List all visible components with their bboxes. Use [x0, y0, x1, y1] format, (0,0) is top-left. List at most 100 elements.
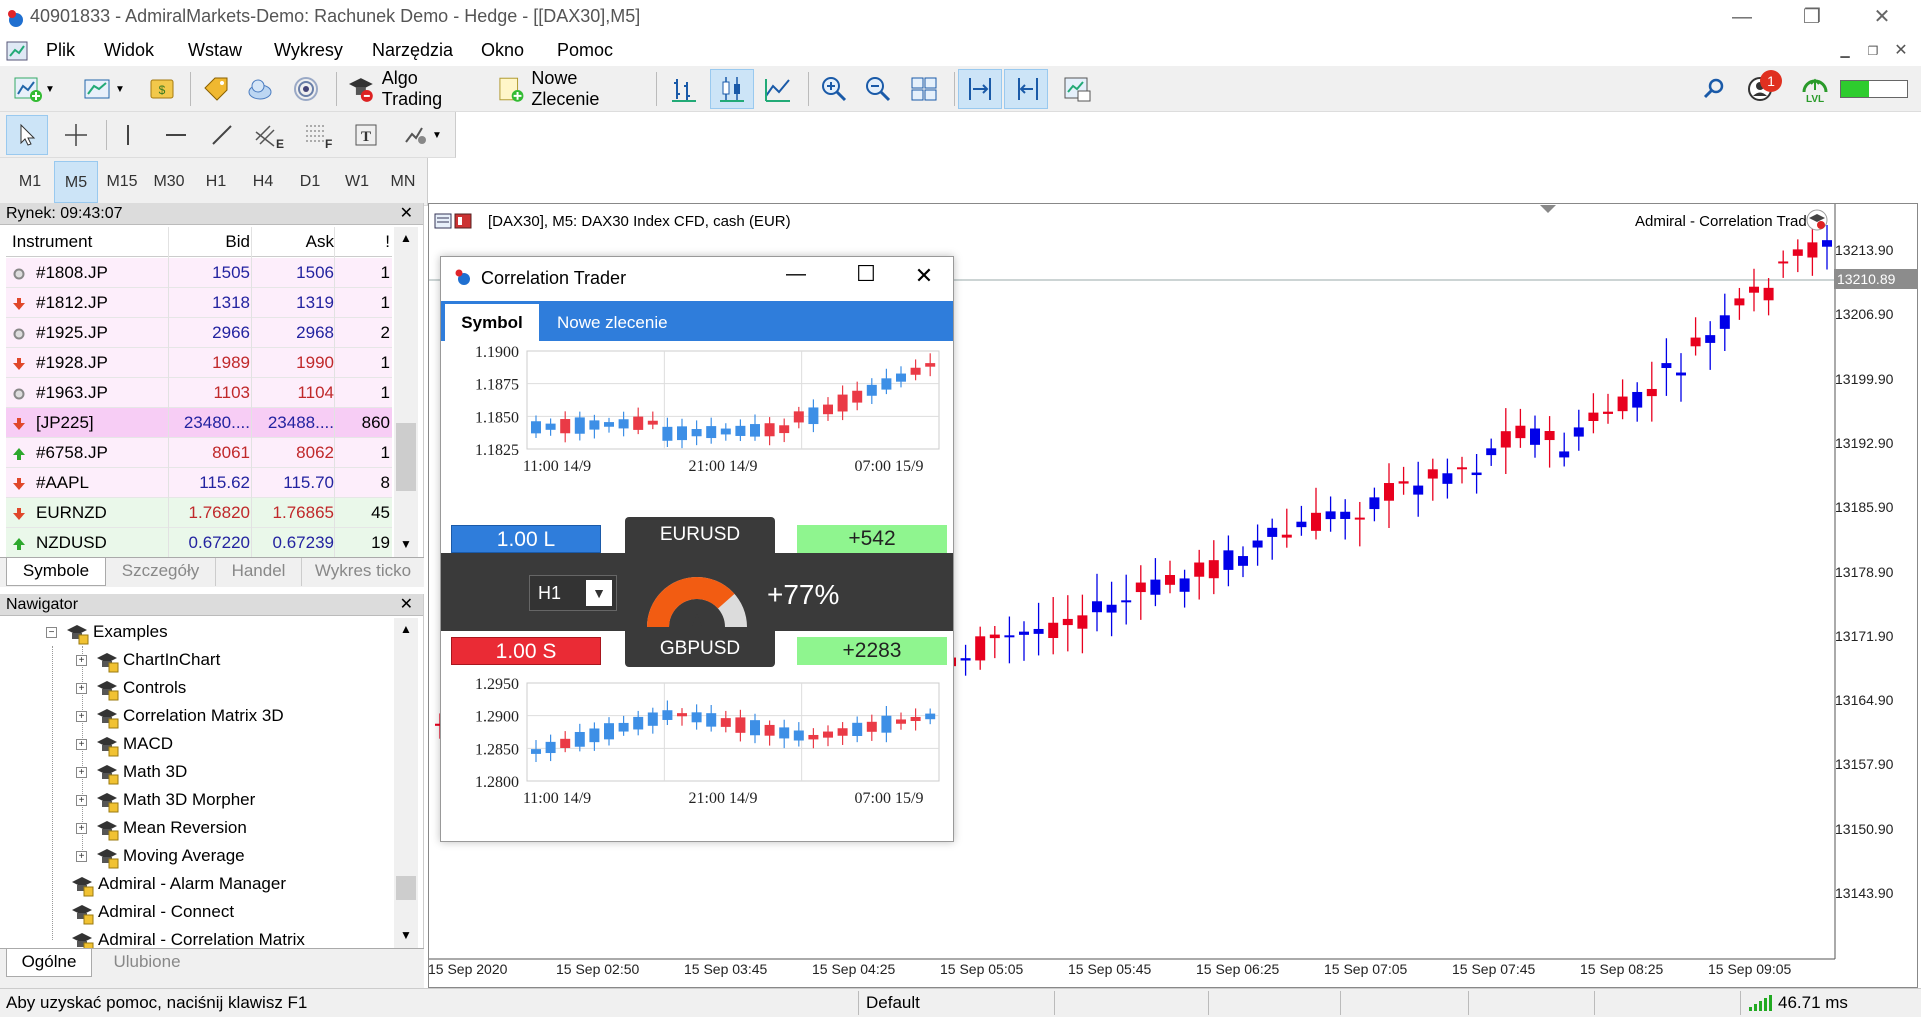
- timeframe-mn[interactable]: MN: [381, 161, 425, 203]
- timeframe-m15[interactable]: M15: [100, 161, 144, 203]
- candlestick-button[interactable]: [710, 69, 754, 109]
- mdi-close-button[interactable]: ✕: [1890, 40, 1912, 62]
- crosshair-tool[interactable]: [56, 115, 96, 155]
- templates-button[interactable]: [1056, 69, 1098, 109]
- timeframe-h4[interactable]: H4: [241, 161, 285, 203]
- ct-tab-new-order[interactable]: Nowe zlecenie: [557, 304, 668, 341]
- status-profile[interactable]: Default: [866, 993, 920, 1013]
- ct-close-button[interactable]: ✕: [899, 263, 949, 289]
- ct-maximize-button[interactable]: ☐: [841, 261, 891, 287]
- scroll-up-icon[interactable]: ▲: [400, 231, 412, 245]
- mdi-minimize-button[interactable]: ▁: [1834, 40, 1856, 62]
- header-spread[interactable]: !: [340, 232, 390, 252]
- nav-examples-folder[interactable]: − Examples: [46, 618, 168, 646]
- expand-icon[interactable]: +: [76, 655, 87, 667]
- tab-tick-chart[interactable]: Wykres ticko: [302, 558, 424, 586]
- ct-tab-symbol[interactable]: Symbol: [445, 304, 539, 341]
- search-icon[interactable]: [1702, 76, 1728, 102]
- ct-timeframe-select[interactable]: H1 ▼: [529, 575, 617, 611]
- algo-trading-button[interactable]: Algo Trading: [342, 68, 482, 109]
- cursor-tool[interactable]: [6, 115, 48, 155]
- zoom-out-button[interactable]: [858, 69, 898, 109]
- trendline-tool[interactable]: [202, 115, 242, 155]
- nav-item[interactable]: + Correlation Matrix 3D: [76, 702, 284, 730]
- profiles-button[interactable]: ▼: [76, 69, 132, 109]
- chevron-down-icon[interactable]: ▼: [586, 580, 612, 606]
- timeframe-m1[interactable]: M1: [8, 161, 52, 203]
- timeframe-m30[interactable]: M30: [147, 161, 191, 203]
- close-button[interactable]: ✕: [1852, 0, 1912, 36]
- expand-icon[interactable]: +: [76, 711, 87, 723]
- menu-file[interactable]: Plik: [46, 40, 75, 61]
- shapes-tool[interactable]: ▼: [394, 115, 450, 155]
- nav-item[interactable]: Admiral - Alarm Manager: [70, 870, 286, 898]
- header-instrument[interactable]: Instrument: [12, 232, 92, 252]
- text-tool[interactable]: T: [346, 115, 386, 155]
- menu-view[interactable]: Widok: [104, 40, 154, 61]
- minimize-button[interactable]: —: [1712, 0, 1772, 36]
- line-chart-button[interactable]: [758, 69, 798, 109]
- tab-trading[interactable]: Handel: [216, 558, 302, 586]
- ea-hat-icon[interactable]: [1806, 209, 1828, 231]
- mdi-restore-button[interactable]: ❐: [1862, 40, 1884, 62]
- restore-button[interactable]: ❐: [1782, 0, 1842, 36]
- header-ask[interactable]: Ask: [254, 232, 334, 252]
- expand-icon[interactable]: +: [76, 739, 87, 751]
- account-history-button[interactable]: $: [142, 69, 182, 109]
- vps-button[interactable]: [286, 69, 326, 109]
- lvl-button[interactable]: LVL: [1800, 74, 1830, 106]
- scroll-down-icon[interactable]: ▼: [400, 537, 412, 551]
- menu-charts[interactable]: Wykresy: [274, 40, 343, 61]
- nav-scroll-up-icon[interactable]: ▲: [400, 622, 412, 636]
- nav-item[interactable]: + Moving Average: [76, 842, 245, 870]
- zoom-in-button[interactable]: [814, 69, 854, 109]
- timeframe-d1[interactable]: D1: [288, 161, 332, 203]
- tab-general[interactable]: Ogólne: [6, 949, 92, 977]
- timeframe-h1[interactable]: H1: [194, 161, 238, 203]
- fibonacci-tool[interactable]: F: [298, 115, 340, 155]
- nav-item[interactable]: Admiral - Connect: [70, 898, 234, 926]
- navigator-close-button[interactable]: ✕: [400, 594, 413, 616]
- header-bid[interactable]: Bid: [168, 232, 250, 252]
- expand-icon[interactable]: +: [76, 823, 87, 835]
- nav-scrollbar-thumb[interactable]: [396, 876, 416, 900]
- market-watch-close-button[interactable]: ✕: [400, 203, 413, 225]
- nav-scroll-down-icon[interactable]: ▼: [400, 928, 412, 942]
- market-watch-scrollbar[interactable]: ▲ ▼: [394, 227, 418, 557]
- chart-shift-button[interactable]: [1004, 69, 1048, 109]
- expand-icon[interactable]: +: [76, 795, 87, 807]
- tile-windows-button[interactable]: [904, 69, 944, 109]
- nav-item[interactable]: + ChartInChart: [76, 646, 220, 674]
- menu-tools[interactable]: Narzędzia: [372, 40, 453, 61]
- nav-item[interactable]: + Math 3D Morpher: [76, 786, 255, 814]
- tab-favorites[interactable]: Ulubione: [92, 949, 202, 977]
- ct-gbpusd-lot[interactable]: 1.00 S: [451, 637, 601, 665]
- expand-icon[interactable]: +: [76, 851, 87, 863]
- new-order-button[interactable]: Nowe Zlecenie: [494, 68, 648, 109]
- expand-icon[interactable]: +: [76, 683, 87, 695]
- tab-details[interactable]: Szczegóły: [106, 558, 216, 586]
- market-button[interactable]: [196, 69, 236, 109]
- collapse-icon[interactable]: −: [46, 627, 57, 639]
- ct-eurusd-lot[interactable]: 1.00 L: [451, 525, 601, 553]
- menu-window[interactable]: Okno: [481, 40, 524, 61]
- nav-item[interactable]: + MACD: [76, 730, 173, 758]
- nav-item[interactable]: + Controls: [76, 674, 186, 702]
- chart-shift-marker-icon[interactable]: [1540, 205, 1556, 215]
- tab-symbols[interactable]: Symbole: [6, 558, 106, 586]
- expand-icon[interactable]: +: [76, 767, 87, 779]
- timeframe-w1[interactable]: W1: [335, 161, 379, 203]
- vertical-line-tool[interactable]: [110, 115, 146, 155]
- horizontal-line-tool[interactable]: [156, 115, 196, 155]
- notifications-button[interactable]: 1: [1746, 70, 1786, 104]
- bar-chart-button[interactable]: [664, 69, 704, 109]
- menu-insert[interactable]: Wstaw: [188, 40, 242, 61]
- scrollbar-thumb[interactable]: [396, 423, 416, 491]
- timeframe-m5[interactable]: M5: [54, 161, 98, 203]
- ct-minimize-button[interactable]: —: [771, 263, 821, 286]
- new-chart-button[interactable]: ▼: [8, 69, 60, 109]
- auto-scroll-button[interactable]: [958, 69, 1002, 109]
- signals-button[interactable]: [240, 69, 280, 109]
- chart-window-icon[interactable]: [5, 39, 29, 63]
- nav-item[interactable]: + Mean Reversion: [76, 814, 247, 842]
